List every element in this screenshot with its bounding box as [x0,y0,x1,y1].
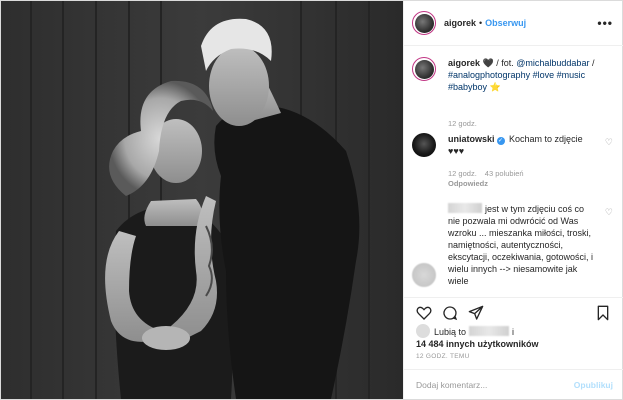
comments-list[interactable]: aigorek 🖤 / fot. @michalbuddabar / #anal… [404,47,623,297]
caption: aigorek 🖤 / fot. @michalbuddabar / #anal… [412,57,617,128]
likes-prefix: Lubią to [434,327,467,337]
post-header: aigorek • Obserwuj ••• [404,1,623,46]
instagram-post: aigorek • Obserwuj ••• aigorek 🖤 / fot. … [0,0,623,400]
comment-input[interactable]: Dodaj komentarz... [416,380,487,390]
post-side-panel: aigorek • Obserwuj ••• aigorek 🖤 / fot. … [403,1,623,399]
comment-item: uniatowski ✓ Kocham to zdjęcie ♥♥♥ ♡ 12 g… [412,133,617,189]
star-emoji: ⭐ [489,82,501,92]
black-heart-emoji: 🖤 [482,58,494,68]
comment-body: uniatowski ✓ Kocham to zdjęcie ♥♥♥ [448,133,598,157]
comment-likes[interactable]: 43 polubień [485,169,524,178]
follow-button[interactable]: Obserwuj [485,18,526,28]
commenter-avatar[interactable] [412,263,436,287]
post-timestamp[interactable]: 12 GODZ. TEMU [416,353,470,360]
comment-meta: 12 godz. 43 polubień [448,169,524,178]
share-icon[interactable] [468,305,484,321]
likes-summary[interactable]: Lubią to i 14 484 innych użytkowników [416,324,616,350]
verified-badge-icon: ✓ [496,137,505,145]
publish-button[interactable]: Opublikuj [574,380,613,390]
caption-slash: / [589,58,595,68]
caption-time: 12 godz. [448,119,477,128]
liker-avatar [416,324,430,338]
comment-icon[interactable] [442,305,458,321]
caption-avatar[interactable] [412,57,436,81]
commenter-username[interactable]: uniatowski [448,134,495,144]
heart-icon[interactable] [416,305,432,321]
author-avatar[interactable] [412,11,436,35]
likes-suffix: i [512,327,515,337]
post-photo-image [1,1,403,399]
commenter-username-redacted[interactable] [448,203,482,213]
comment-like-heart-icon[interactable]: ♡ [605,137,613,148]
hashtag-links[interactable]: #analogphotography #love #music #babyboy [448,70,585,92]
comment-item: jest w tym zdjęciu coś co nie pozwala mi… [412,203,617,297]
likes-count[interactable]: 14 484 innych użytkowników [416,338,616,350]
caption-body: aigorek 🖤 / fot. @michalbuddabar / #anal… [448,57,598,93]
comment-text: jest w tym zdjęciu coś co nie pozwala mi… [448,204,594,286]
post-photo[interactable] [1,1,403,399]
action-bar [404,297,623,327]
ellipsis-icon[interactable]: ••• [597,16,613,30]
comment-time: 12 godz. [448,169,477,178]
caption-text: / fot. [493,58,517,68]
add-comment-bar: Dodaj komentarz... Opublikuj [404,369,623,399]
caption-username[interactable]: aigorek [448,58,480,68]
comment-body: jest w tym zdjęciu coś co nie pozwala mi… [448,203,598,287]
comment-like-heart-icon[interactable]: ♡ [605,207,613,218]
bookmark-icon[interactable] [595,305,611,321]
mention-link[interactable]: @michalbuddabar [516,58,589,68]
reply-button[interactable]: Odpowiedz [448,179,488,188]
commenter-avatar[interactable] [412,133,436,157]
separator-dot: • [479,18,483,28]
liker-username-redacted[interactable] [469,326,510,336]
author-username[interactable]: aigorek [444,18,476,28]
